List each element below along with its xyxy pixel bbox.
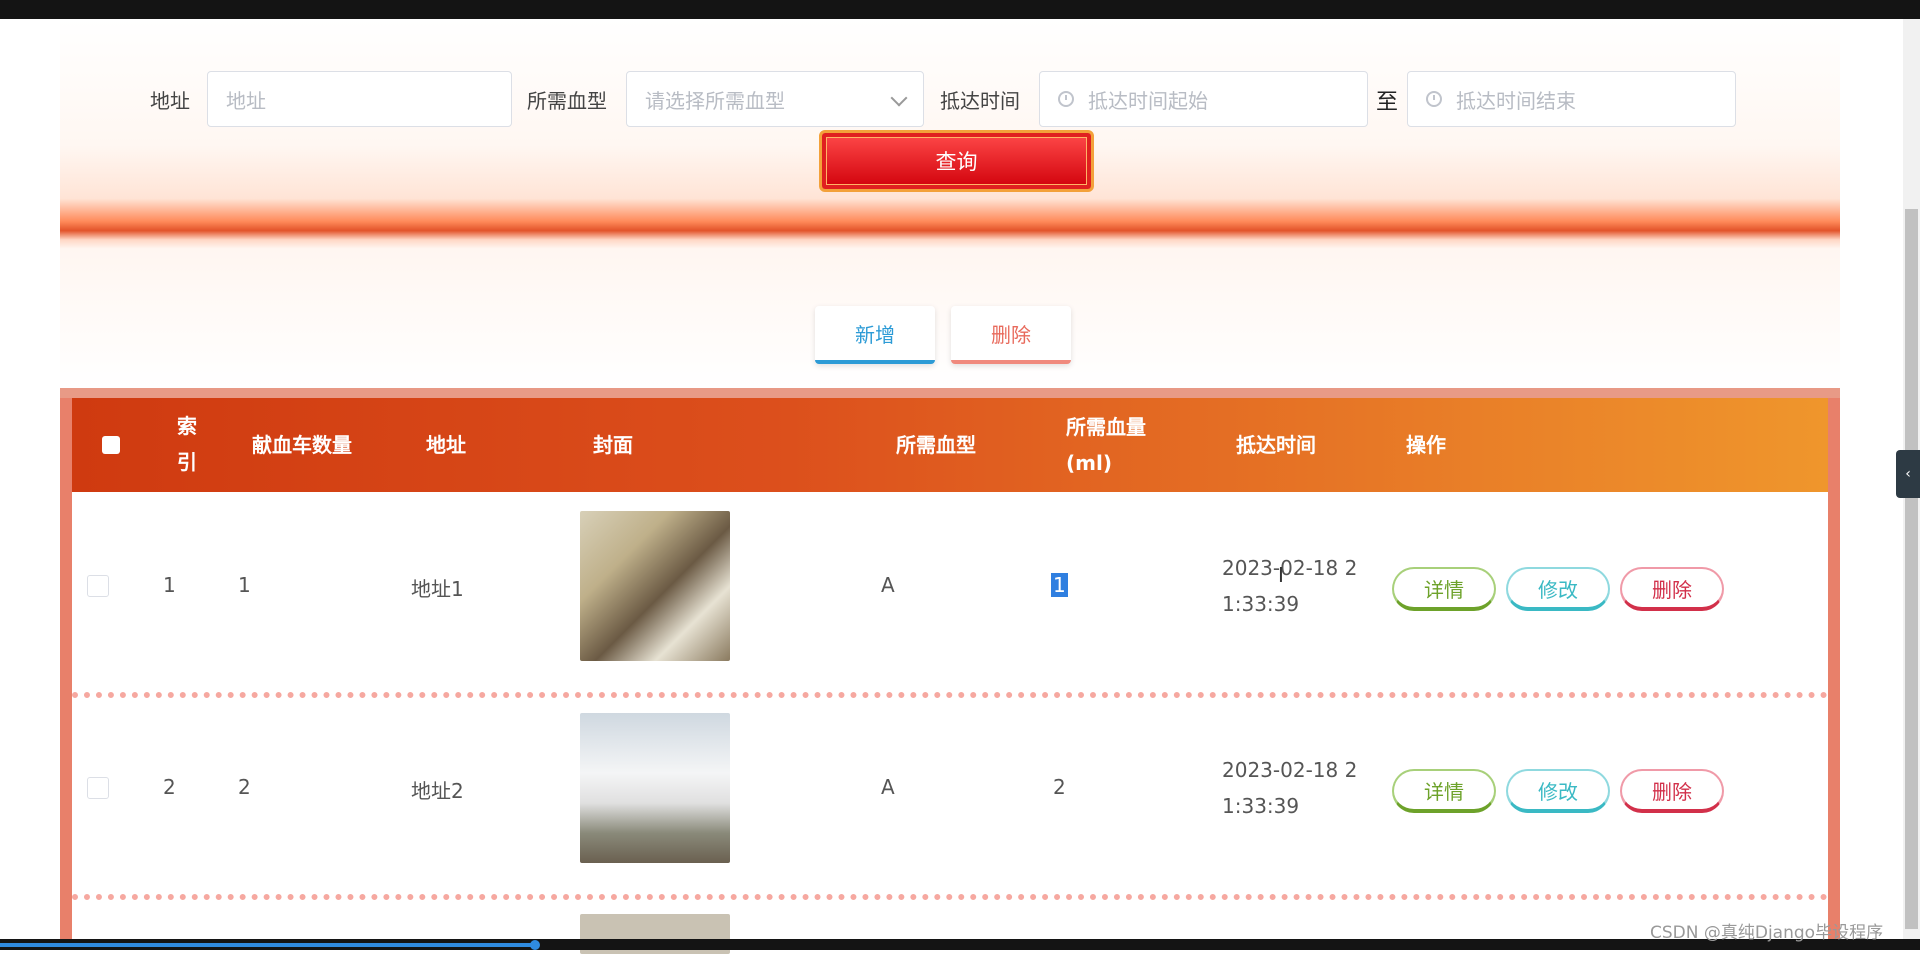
arrival-end-placeholder: 抵达时间结束 <box>1456 88 1576 113</box>
cell-blood-volume: 1 <box>1051 573 1068 597</box>
table-header: 索引 献血车数量 地址 封面 所需血型 所需血量 (ml) 抵达时间 操作 <box>72 398 1828 492</box>
collapse-sidebar-button[interactable]: ‹ <box>1896 450 1920 498</box>
arrival-time-label: 抵达时间 <box>940 89 1020 113</box>
main-content: 地址 地址 所需血型 请选择所需血型 抵达时间 抵达时间起始 至 抵达时间结束 … <box>60 19 1840 958</box>
table-row: 1 1 地址1 A 1 2023-02-18 2 1:33:39 详情 修改 删… <box>72 492 1828 694</box>
clock-icon <box>1426 91 1442 107</box>
column-header-arrival-time[interactable]: 抵达时间 <box>1236 427 1316 463</box>
cell-address: 地址1 <box>411 577 464 601</box>
watermark-text: CSDN @真纯Django毕设程序 <box>1650 923 1884 943</box>
cell-arrival-time: 2023-02-18 2 <box>1222 758 1358 782</box>
detail-button[interactable]: 详情 <box>1392 769 1496 813</box>
video-progress-bar[interactable] <box>0 943 536 947</box>
batch-delete-button[interactable]: 删除 <box>951 306 1071 364</box>
cover-image-interior[interactable] <box>580 511 730 661</box>
cell-address: 地址2 <box>411 779 464 803</box>
detail-button[interactable]: 详情 <box>1392 567 1496 611</box>
cell-index: 1 <box>163 573 176 597</box>
cell-arrival-time-cont: 1:33:39 <box>1222 794 1300 818</box>
action-bar: 新增 删除 <box>60 249 1840 388</box>
progress-handle[interactable] <box>530 940 540 950</box>
add-button[interactable]: 新增 <box>815 306 935 364</box>
column-header-address[interactable]: 地址 <box>426 427 466 463</box>
cell-index: 2 <box>163 775 176 799</box>
cell-blood-volume: 2 <box>1053 775 1066 799</box>
cover-image-van[interactable] <box>580 713 730 863</box>
table-frame: 索引 献血车数量 地址 封面 所需血型 所需血量 (ml) 抵达时间 操作 1 … <box>60 388 1840 958</box>
arrival-start-placeholder: 抵达时间起始 <box>1088 88 1208 113</box>
query-button[interactable]: 查询 <box>819 130 1094 192</box>
clock-icon <box>1058 91 1074 107</box>
cell-car-count: 1 <box>238 573 251 597</box>
cell-blood-type: A <box>881 775 895 799</box>
data-table: 索引 献血车数量 地址 封面 所需血型 所需血量 (ml) 抵达时间 操作 1 … <box>72 398 1828 958</box>
edit-button[interactable]: 修改 <box>1506 769 1610 813</box>
chevron-down-icon <box>890 89 908 107</box>
table-row: 2 2 地址2 A 2 2023-02-18 2 1:33:39 详情 修改 删… <box>72 694 1828 896</box>
browser-top-bar <box>0 0 1920 19</box>
range-separator: 至 <box>1376 90 1399 115</box>
arrival-end-input[interactable]: 抵达时间结束 <box>1407 71 1736 127</box>
row-divider <box>72 894 1828 900</box>
column-header-car-count[interactable]: 献血车数量 <box>252 427 352 463</box>
row-checkbox[interactable] <box>87 575 109 597</box>
arrival-start-input[interactable]: 抵达时间起始 <box>1039 71 1368 127</box>
column-header-cover[interactable]: 封面 <box>593 427 633 463</box>
column-header-blood-volume[interactable]: 所需血量 <box>1066 409 1146 445</box>
column-header-index[interactable]: 索引 <box>177 408 213 482</box>
text-cursor-icon: Ι <box>1278 563 1284 587</box>
blood-type-select[interactable]: 请选择所需血型 <box>626 71 924 127</box>
blood-type-label: 所需血型 <box>527 89 607 113</box>
delete-button[interactable]: 删除 <box>1620 769 1724 813</box>
search-panel: 地址 地址 所需血型 请选择所需血型 抵达时间 抵达时间起始 至 抵达时间结束 … <box>60 19 1840 249</box>
blood-type-placeholder: 请选择所需血型 <box>645 88 785 113</box>
address-placeholder: 地址 <box>226 88 266 113</box>
cell-car-count: 2 <box>238 775 251 799</box>
column-header-blood-type[interactable]: 所需血型 <box>896 427 976 463</box>
select-all-checkbox[interactable] <box>102 436 120 454</box>
column-header-blood-volume-unit: (ml) <box>1066 451 1112 475</box>
cell-blood-type: A <box>881 573 895 597</box>
cell-arrival-time-cont: 1:33:39 <box>1222 592 1300 616</box>
cell-arrival-time: 2023-02-18 2 <box>1222 556 1358 580</box>
scrollbar-thumb[interactable] <box>1905 209 1918 929</box>
row-checkbox[interactable] <box>87 777 109 799</box>
edit-button[interactable]: 修改 <box>1506 567 1610 611</box>
address-input[interactable]: 地址 <box>207 71 512 127</box>
column-header-operation: 操作 <box>1406 433 1446 457</box>
delete-button[interactable]: 删除 <box>1620 567 1724 611</box>
address-label: 地址 <box>150 89 190 113</box>
